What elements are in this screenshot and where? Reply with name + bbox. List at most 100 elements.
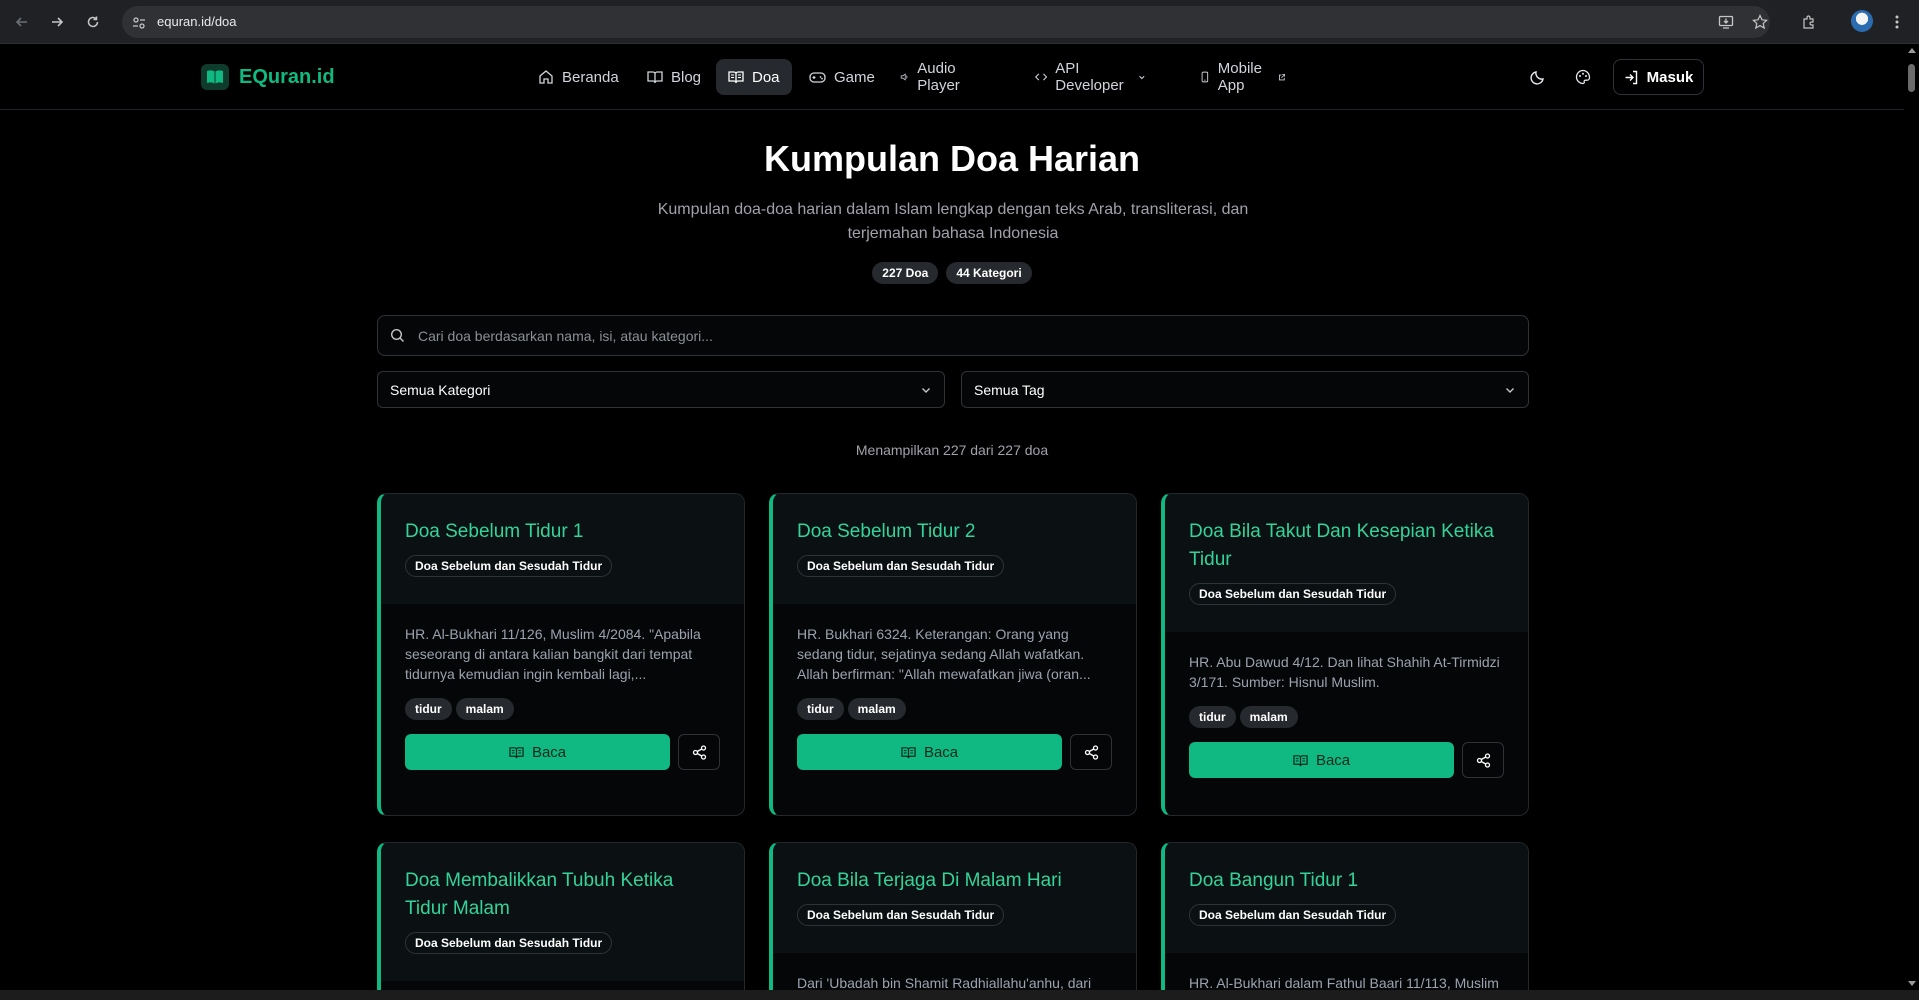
read-button[interactable]: Baca [1189, 742, 1455, 778]
palette-icon[interactable] [1571, 65, 1595, 89]
card-description: HR. Al-Bukhari 11/126, Muslim 4/2084. "A… [405, 626, 701, 682]
share-button[interactable] [678, 734, 720, 770]
menu-kebab-icon[interactable] [1885, 10, 1909, 34]
book-open-icon [901, 746, 916, 758]
tag-chip[interactable]: tidur [405, 698, 452, 720]
nav-audio-player[interactable]: Audio Player [888, 59, 979, 95]
login-button[interactable]: Masuk [1613, 59, 1704, 95]
search-input[interactable] [418, 316, 1518, 355]
category-badge: Doa Sebelum dan Sesudah Tidur [1189, 583, 1397, 605]
book-open-icon [728, 71, 744, 84]
chevron-down-icon [1138, 75, 1145, 80]
tag-chip[interactable]: tidur [1189, 706, 1236, 728]
category-badge: Doa Sebelum dan Sesudah Tidur [1189, 904, 1397, 926]
tag-select[interactable]: Semua Tag [961, 371, 1529, 408]
nav-label: Audio Player [917, 60, 960, 94]
tag-chip[interactable]: tidur [797, 698, 844, 720]
doa-count-badge: 227 Doa [872, 262, 939, 284]
card-title[interactable]: Doa Bila Takut Dan Kesepian Ketika Tidur [1189, 518, 1504, 574]
extensions-icon[interactable] [1797, 10, 1821, 34]
book-open-icon [1293, 754, 1308, 766]
tag-chip[interactable]: malam [1239, 706, 1298, 728]
card-title[interactable]: Doa Sebelum Tidur 1 [405, 518, 720, 546]
gamepad-icon [809, 72, 826, 83]
scroll-down-arrow-icon[interactable] [1908, 981, 1916, 986]
search-icon [390, 328, 405, 347]
nav-beranda[interactable]: Beranda [526, 59, 631, 95]
card-body: HR. Al-Bukhari 11/126, Muslim 4/2084. "A… [381, 604, 744, 802]
nav-doa[interactable]: Doa [716, 59, 792, 95]
stats-row: 227 Doa 44 Kategori [0, 262, 1904, 284]
card-description: HR. Abu Dawud 4/12. Dan lihat Shahih At-… [1189, 654, 1500, 690]
category-select[interactable]: Semua Kategori [377, 371, 945, 408]
card-actions: Baca [1189, 742, 1504, 810]
read-button[interactable]: Baca [797, 734, 1063, 770]
quran-book-icon [201, 64, 229, 90]
nav-api-developer[interactable]: API Developer [1023, 59, 1157, 95]
nav-label: Doa [752, 68, 780, 86]
book-open-icon [647, 71, 663, 84]
nav-blog[interactable]: Blog [635, 59, 713, 95]
code-icon [1035, 73, 1048, 81]
site-settings-icon[interactable] [132, 15, 146, 34]
read-label: Baca [531, 743, 567, 761]
card-header: Doa Membalikkan Tubuh Ketika Tidur Malam… [381, 843, 744, 981]
card-title[interactable]: Doa Bila Terjaga Di Malam Hari [797, 867, 1112, 895]
card-title[interactable]: Doa Sebelum Tidur 2 [797, 518, 1112, 546]
nav-label: API Developer [1055, 60, 1124, 94]
tag-chip[interactable]: malam [847, 698, 906, 720]
nav-label: Blog [671, 68, 702, 86]
nav-game[interactable]: Game [797, 59, 887, 95]
external-link-icon [1278, 73, 1285, 80]
tag-list: tidur malam [797, 698, 1112, 720]
book-open-icon [509, 746, 524, 758]
share-button[interactable] [1462, 742, 1504, 778]
smartphone-icon [1201, 71, 1209, 83]
card-description: HR. Bukhari 6324. Keterangan: Orang yang… [797, 626, 1091, 682]
category-badge: Doa Sebelum dan Sesudah Tidur [405, 555, 613, 577]
dark-mode-moon-icon[interactable] [1526, 65, 1550, 89]
card-title[interactable]: Doa Bangun Tidur 1 [1189, 867, 1504, 895]
login-label: Masuk [1646, 68, 1694, 86]
doa-card: Doa Sebelum Tidur 2 Doa Sebelum dan Sesu… [769, 493, 1137, 816]
nav-label: Mobile App [1217, 60, 1262, 94]
card-title[interactable]: Doa Membalikkan Tubuh Ketika Tidur Malam [405, 867, 720, 923]
site-logo[interactable]: EQuran.id [201, 64, 335, 90]
scroll-up-arrow-icon[interactable] [1908, 48, 1916, 53]
speaker-icon [900, 73, 908, 81]
page-subtitle: Kumpulan doa-doa harian dalam Islam leng… [657, 201, 1249, 242]
card-header: Doa Bila Takut Dan Kesepian Ketika Tidur… [1165, 494, 1528, 632]
category-badge: Doa Sebelum dan Sesudah Tidur [797, 555, 1005, 577]
page-title: Kumpulan Doa Harian [763, 138, 1141, 179]
read-button[interactable]: Baca [405, 734, 671, 770]
chevron-down-icon [1504, 383, 1516, 399]
share-icon [1084, 744, 1098, 760]
install-app-icon[interactable] [1714, 10, 1738, 34]
card-body: HR. Abu Dawud 4/12. Dan lihat Shahih At-… [1165, 632, 1528, 810]
card-actions: Baca [797, 734, 1112, 802]
nav-mobile-app[interactable]: Mobile App [1188, 59, 1297, 95]
card-header: Doa Bila Terjaga Di Malam Hari Doa Sebel… [773, 843, 1136, 953]
tag-select-value: Semua Tag [974, 381, 1045, 398]
doa-card: Doa Bangun Tidur 1 Doa Sebelum dan Sesud… [1161, 842, 1529, 1000]
scroll-thumb[interactable] [1908, 64, 1915, 92]
reload-icon[interactable] [81, 10, 105, 34]
search-box [377, 315, 1529, 356]
card-header: Doa Sebelum Tidur 1 Doa Sebelum dan Sesu… [381, 494, 744, 604]
forward-icon[interactable] [45, 10, 69, 34]
share-button[interactable] [1070, 734, 1112, 770]
nav-label: Beranda [562, 68, 619, 86]
profile-avatar[interactable] [1851, 10, 1873, 32]
page-scrollbar[interactable] [1904, 44, 1919, 990]
share-icon [692, 744, 706, 760]
card-header: Doa Sebelum Tidur 2 Doa Sebelum dan Sesu… [773, 494, 1136, 604]
category-select-value: Semua Kategori [390, 381, 491, 398]
bookmark-star-icon[interactable] [1748, 10, 1772, 34]
card-header: Doa Bangun Tidur 1 Doa Sebelum dan Sesud… [1165, 843, 1528, 953]
category-badge: Doa Sebelum dan Sesudah Tidur [797, 904, 1005, 926]
back-icon[interactable] [10, 10, 34, 34]
browser-toolbar: equran.id/doa [0, 0, 1919, 44]
home-icon [539, 70, 553, 84]
tag-chip[interactable]: malam [455, 698, 514, 720]
address-bar[interactable]: equran.id/doa [122, 6, 1770, 38]
